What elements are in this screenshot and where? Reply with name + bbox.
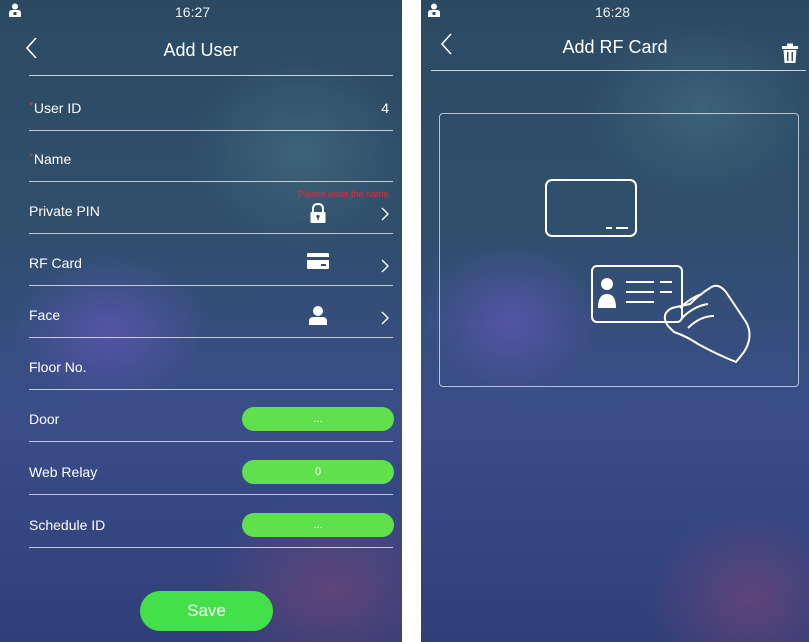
user-id-value: 4 <box>381 100 389 116</box>
add-rf-card-screen: 16:28 Add RF Card <box>421 0 809 642</box>
header-divider <box>29 75 393 76</box>
name-row[interactable]: *Name <box>29 129 393 182</box>
rf-card-row[interactable]: RF Card <box>29 233 393 286</box>
user-id-row[interactable]: *User ID 4 <box>29 78 393 131</box>
floor-no-row[interactable]: Floor No. <box>29 337 393 390</box>
save-button[interactable]: Save <box>140 591 273 631</box>
schedule-id-row: Schedule ID ... <box>29 495 394 548</box>
rf-card-label: RF Card <box>29 255 82 271</box>
door-label: Door <box>29 411 60 427</box>
page-title: Add User <box>163 40 239 60</box>
face-label: Face <box>29 307 61 323</box>
name-label: *Name <box>29 151 72 167</box>
door-row: Door ... <box>29 389 394 442</box>
tap-card-icon <box>545 179 751 363</box>
status-bar: 16:28 <box>421 0 809 24</box>
required-mark: * <box>29 101 33 112</box>
chevron-right-icon <box>381 259 389 273</box>
schedule-id-label: Schedule ID <box>29 517 106 533</box>
trash-icon[interactable] <box>781 43 799 63</box>
page-title: Add RF Card <box>562 37 668 57</box>
name-error-message: Please enter the name. <box>297 189 391 199</box>
chevron-right-icon <box>381 207 389 221</box>
status-time: 16:27 <box>175 4 211 20</box>
face-row[interactable]: Face <box>29 285 393 338</box>
door-select[interactable]: ... <box>242 407 394 431</box>
schedule-id-select[interactable]: ... <box>242 513 394 537</box>
lock-icon <box>310 203 326 223</box>
status-time: 16:28 <box>595 4 631 20</box>
card-icon <box>307 253 329 269</box>
person-icon <box>309 306 327 325</box>
chevron-right-icon <box>381 311 389 325</box>
add-user-screen: 16:27 Add User *User ID 4 *Name Please e… <box>0 0 402 642</box>
private-pin-row[interactable]: Please enter the name. Private PIN <box>29 181 393 234</box>
web-relay-select[interactable]: 0 <box>242 460 394 484</box>
status-bar: 16:27 <box>0 0 402 24</box>
user-id-label: *User ID <box>29 100 82 116</box>
card-scan-panel <box>439 113 799 387</box>
required-mark: * <box>29 152 33 163</box>
header-divider <box>431 70 806 71</box>
user-icon <box>428 3 440 17</box>
private-pin-label: Private PIN <box>29 203 100 219</box>
floor-no-label: Floor No. <box>29 359 87 375</box>
user-icon <box>9 3 21 17</box>
web-relay-row: Web Relay 0 <box>29 442 394 495</box>
web-relay-label: Web Relay <box>29 464 98 480</box>
